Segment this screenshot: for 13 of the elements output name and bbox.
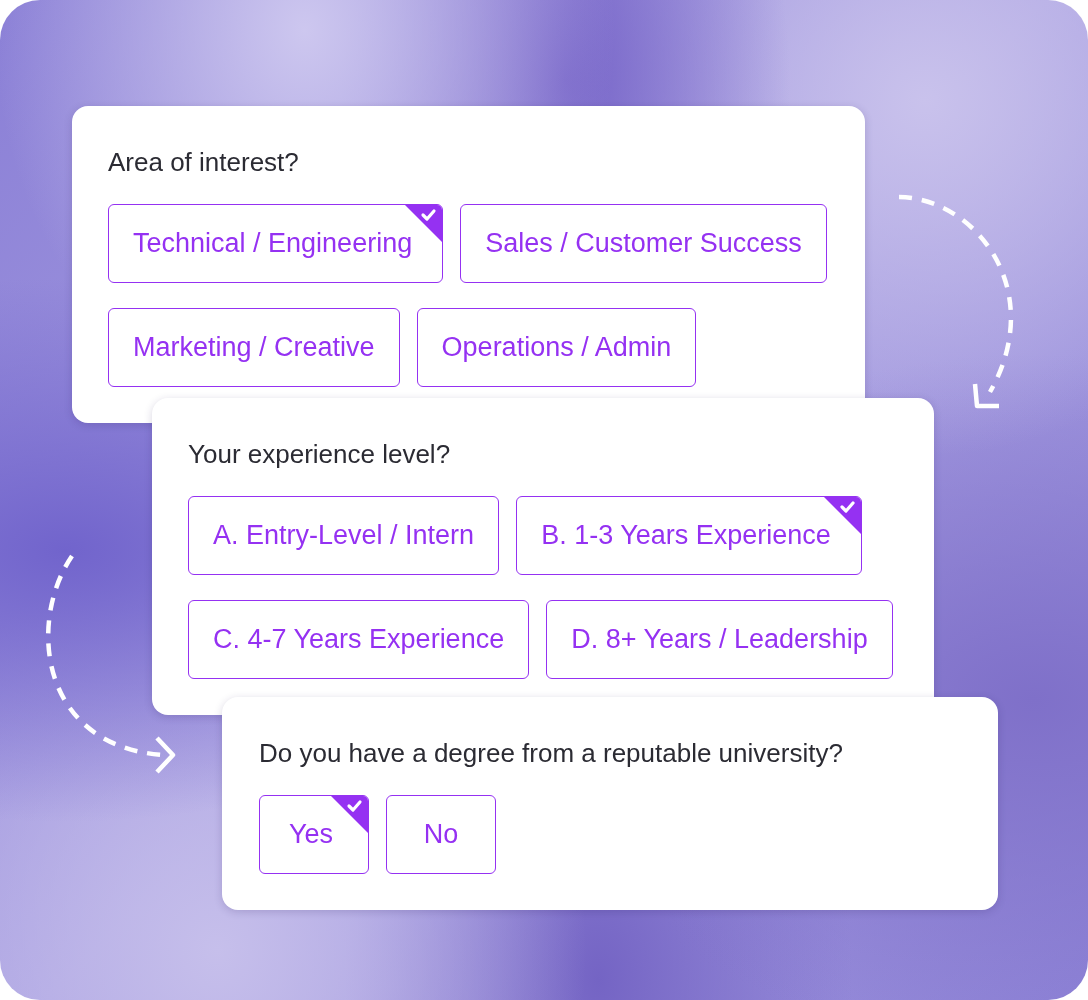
option-button[interactable]: Yes — [259, 795, 369, 874]
question-text: Your experience level? — [188, 438, 451, 470]
question-text: Do you have a degree from a reputable university? — [259, 737, 843, 769]
option-button[interactable]: Marketing / Creative — [108, 308, 400, 387]
option-button[interactable]: Technical / Engineering — [108, 204, 444, 283]
option-button[interactable]: Operations / Admin — [416, 308, 697, 387]
option-button[interactable]: Sales / Customer Success — [460, 204, 827, 283]
option-button[interactable]: A. Entry-Level / Intern — [188, 496, 500, 575]
option-button[interactable]: D. 8+ Years / Leadership — [546, 600, 893, 679]
question-text: Area of interest? — [108, 146, 299, 178]
option-button[interactable]: C. 4-7 Years Experience — [188, 600, 530, 679]
option-button[interactable]: No — [386, 795, 496, 874]
option-button[interactable]: B. 1-3 Years Experience — [516, 496, 862, 575]
